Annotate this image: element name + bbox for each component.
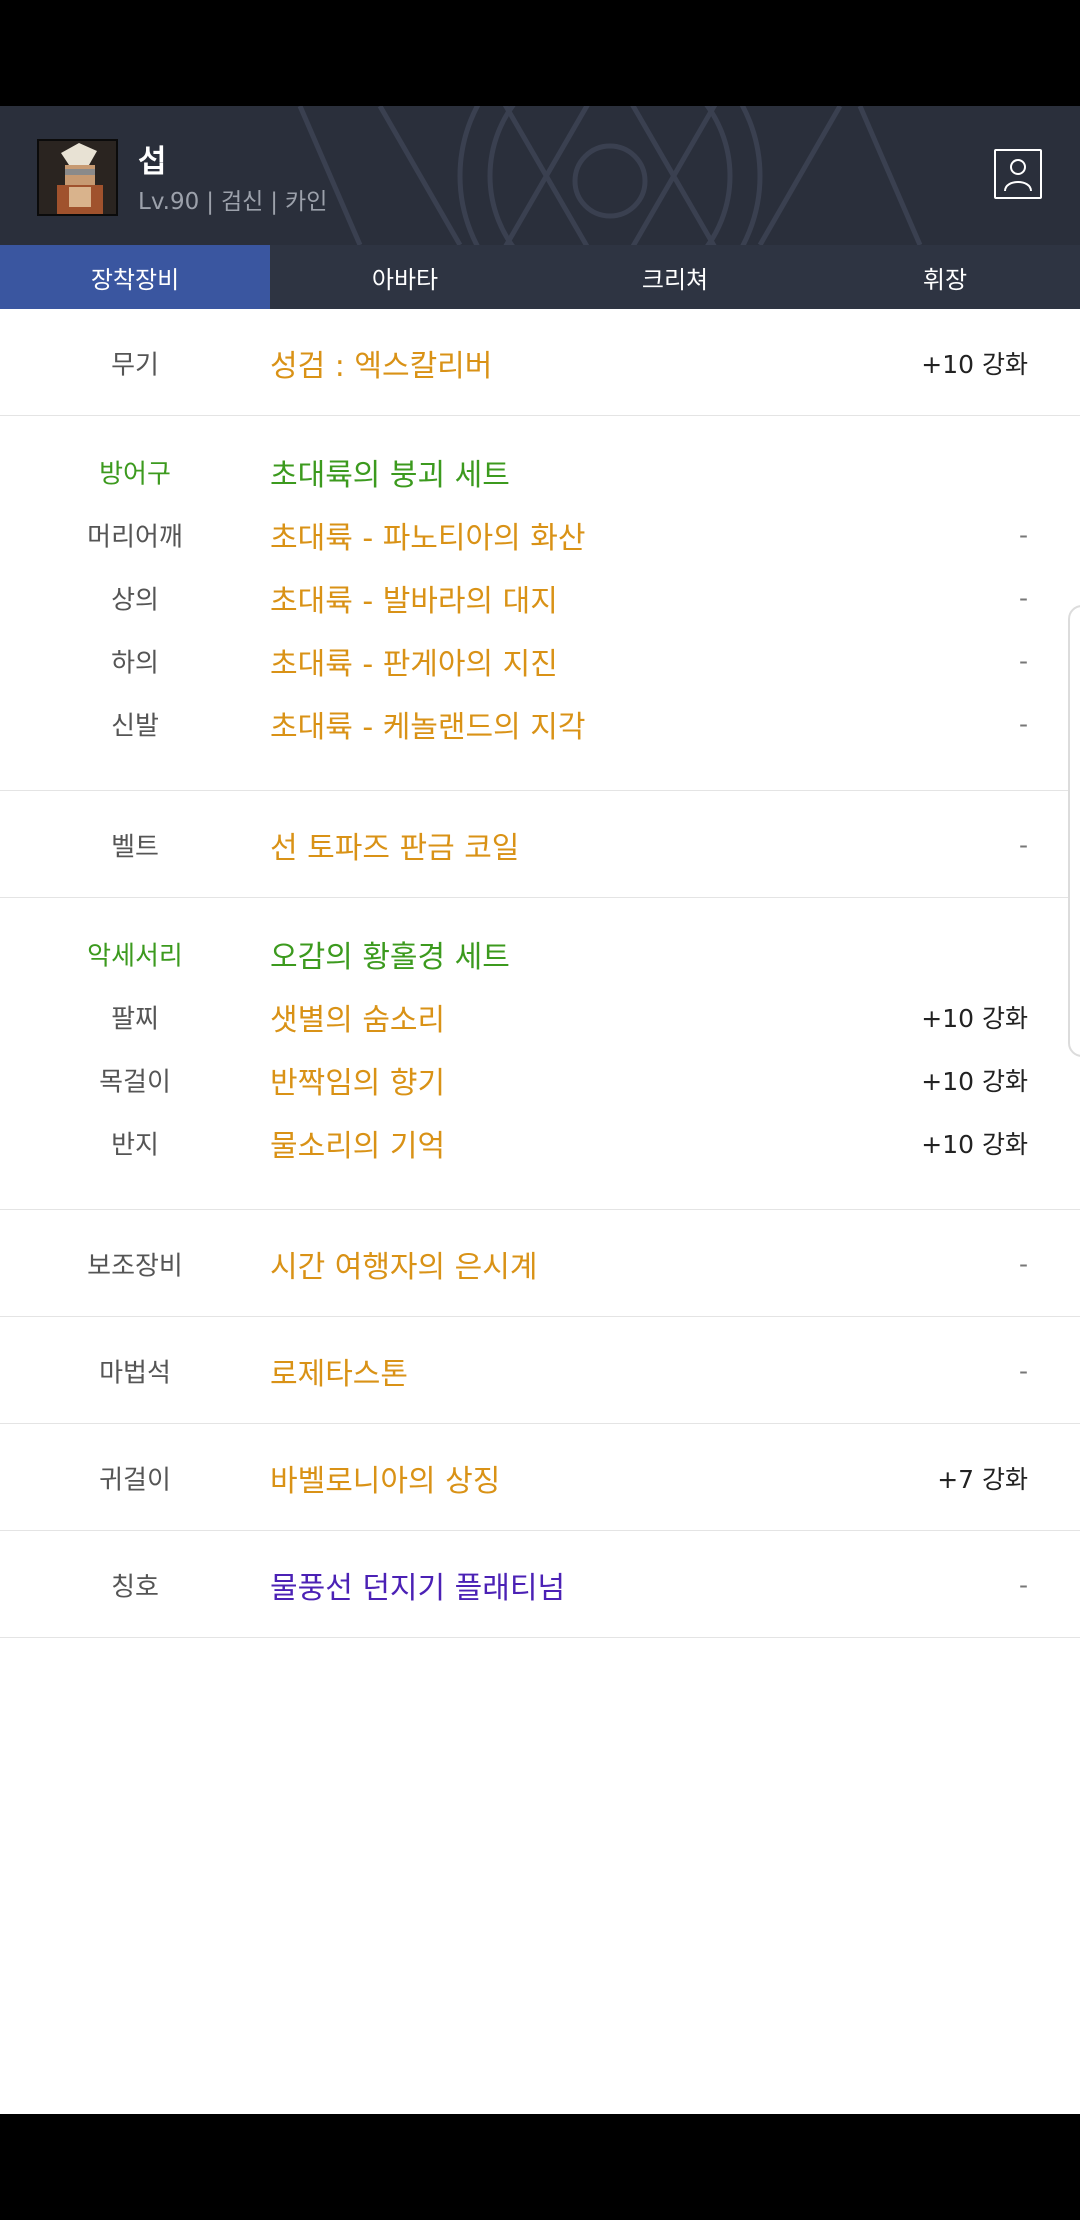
slot-label: 목걸이: [99, 1067, 171, 1097]
weapon-section: 무기 성검 : 엑스칼리버 +10 강화: [0, 309, 1080, 416]
slot-label: 방어구: [99, 459, 171, 489]
equipment-row-necklace[interactable]: 목걸이 반짝임의 향기 +10 강화: [0, 1048, 1080, 1111]
slot-label: 신발: [111, 711, 159, 741]
navigation-bar: [0, 2114, 1080, 2220]
slot-label: 팔찌: [111, 1004, 159, 1034]
slot-label: 하의: [111, 648, 159, 678]
accessory-set-header: 악세서리 오감의 황홀경 세트: [0, 922, 1080, 985]
slot-label: 무기: [111, 350, 159, 380]
slot-label: 보조장비: [87, 1251, 183, 1281]
item-name: 물풍선 던지기 플래티넘: [270, 1570, 566, 1606]
edge-scroll-handle[interactable]: [1068, 605, 1080, 1057]
enhance-value: +10 강화: [921, 349, 1028, 379]
equipment-row-title[interactable]: 칭호 물풍선 던지기 플래티넘 -: [0, 1553, 1080, 1616]
equipment-row-magicstone[interactable]: 마법석 로제타스톤 -: [0, 1339, 1080, 1402]
tab-equipment[interactable]: 장착장비: [0, 245, 270, 309]
equipment-row-earring[interactable]: 귀걸이 바벨로니아의 상징 +7 강화: [0, 1446, 1080, 1509]
title-section: 칭호 물풍선 던지기 플래티넘 -: [0, 1531, 1080, 1638]
accessory-set-section: 악세서리 오감의 황홀경 세트 팔찌 샛별의 숨소리 +10 강화 목걸이 반짝…: [0, 898, 1080, 1210]
item-name: 반짝임의 향기: [270, 1065, 446, 1101]
item-name: 시간 여행자의 은시계: [270, 1249, 538, 1285]
item-name: 초대륙 - 케놀랜드의 지각: [270, 709, 586, 745]
slot-label: 상의: [111, 585, 159, 615]
equipment-list: 무기 성검 : 엑스칼리버 +10 강화 방어구 초대륙의 붕괴 세트 머리어깨…: [0, 309, 1080, 1638]
earring-section: 귀걸이 바벨로니아의 상징 +7 강화: [0, 1424, 1080, 1531]
equipment-row-shoulder[interactable]: 머리어깨 초대륙 - 파노티아의 화산 -: [0, 503, 1080, 566]
belt-section: 벨트 선 토파즈 판금 코일 -: [0, 791, 1080, 898]
equipment-row-ring[interactable]: 반지 물소리의 기억 +10 강화: [0, 1111, 1080, 1174]
subweapon-section: 보조장비 시간 여행자의 은시계 -: [0, 1210, 1080, 1317]
armor-set-header: 방어구 초대륙의 붕괴 세트: [0, 440, 1080, 503]
enhance-value: -: [1018, 583, 1028, 612]
item-name: 초대륙 - 파노티아의 화산: [270, 520, 586, 556]
info-separator: |: [206, 189, 214, 215]
enhance-value: -: [1018, 709, 1028, 738]
set-name: 초대륙의 붕괴 세트: [270, 457, 510, 493]
slot-label: 반지: [111, 1130, 159, 1160]
item-name: 물소리의 기억: [270, 1128, 446, 1164]
item-name: 성검 : 엑스칼리버: [270, 348, 493, 384]
equipment-row-bottom[interactable]: 하의 초대륙 - 판게아의 지진 -: [0, 629, 1080, 692]
character-avatar: [37, 139, 118, 216]
enhance-value: +10 강화: [921, 1066, 1028, 1096]
item-name: 로제타스톤: [270, 1356, 408, 1392]
character-info: Lv.90 | 검신 | 카인: [138, 182, 327, 216]
enhance-value: -: [1018, 520, 1028, 549]
status-bar: [0, 0, 1080, 106]
item-name: 바벨로니아의 상징: [270, 1463, 501, 1499]
character-job: 검신: [220, 189, 264, 215]
item-name: 샛별의 숨소리: [270, 1002, 446, 1038]
slot-label: 칭호: [111, 1572, 159, 1602]
item-name: 선 토파즈 판금 코일: [270, 830, 520, 866]
slot-label: 마법석: [99, 1358, 171, 1388]
magicstone-section: 마법석 로제타스톤 -: [0, 1317, 1080, 1424]
character-level: Lv.90: [138, 189, 200, 215]
enhance-value: +10 강화: [921, 1129, 1028, 1159]
tab-emblem[interactable]: 휘장: [810, 245, 1080, 309]
equipment-tabs: 장착장비 아바타 크리쳐 휘장: [0, 245, 1080, 309]
enhance-value: -: [1018, 1249, 1028, 1278]
character-server: 카인: [285, 189, 328, 215]
slot-label: 벨트: [111, 832, 159, 862]
tab-avatar[interactable]: 아바타: [270, 245, 540, 309]
equipment-row-shoes[interactable]: 신발 초대륙 - 케놀랜드의 지각 -: [0, 692, 1080, 755]
slot-label: 머리어깨: [87, 522, 183, 552]
enhance-value: -: [1018, 1570, 1028, 1599]
enhance-value: -: [1018, 1356, 1028, 1385]
set-name: 오감의 황홀경 세트: [270, 939, 510, 975]
character-name: 섭: [138, 144, 167, 180]
user-icon: [1004, 159, 1032, 192]
profile-button[interactable]: [994, 149, 1042, 199]
equipment-row-subweapon[interactable]: 보조장비 시간 여행자의 은시계 -: [0, 1232, 1080, 1295]
armor-set-section: 방어구 초대륙의 붕괴 세트 머리어깨 초대륙 - 파노티아의 화산 - 상의 …: [0, 416, 1080, 791]
equipment-row-belt[interactable]: 벨트 선 토파즈 판금 코일 -: [0, 813, 1080, 876]
enhance-value: -: [1018, 646, 1028, 675]
info-separator: |: [270, 189, 279, 215]
enhance-value: +7 강화: [937, 1464, 1028, 1494]
enhance-value: -: [1018, 830, 1028, 859]
slot-label: 귀걸이: [99, 1465, 171, 1495]
enhance-value: +10 강화: [921, 1003, 1028, 1033]
equipment-row-top[interactable]: 상의 초대륙 - 발바라의 대지 -: [0, 566, 1080, 629]
slot-label: 악세서리: [87, 941, 183, 971]
item-name: 초대륙 - 발바라의 대지: [270, 583, 558, 619]
item-name: 초대륙 - 판게아의 지진: [270, 646, 558, 682]
character-header: 섭 Lv.90 | 검신 | 카인: [0, 106, 1080, 245]
equipment-row-bracelet[interactable]: 팔찌 샛별의 숨소리 +10 강화: [0, 985, 1080, 1048]
equipment-row-weapon[interactable]: 무기 성검 : 엑스칼리버 +10 강화: [0, 331, 1080, 394]
tab-creature[interactable]: 크리쳐: [540, 245, 810, 309]
